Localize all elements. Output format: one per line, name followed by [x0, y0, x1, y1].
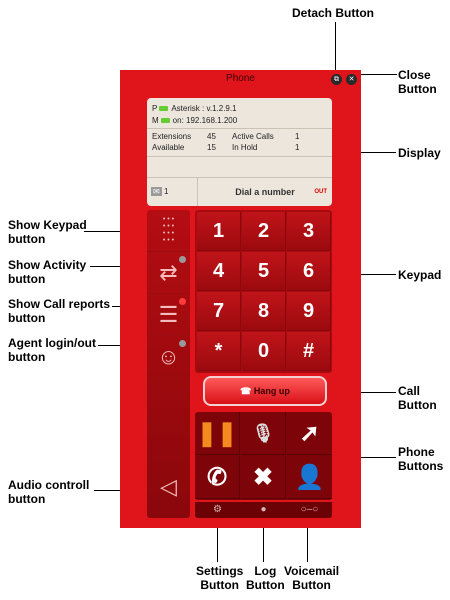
key-6[interactable]: 6 [287, 252, 331, 291]
display-panel: P Asterisk : v.1.2.9.1 Mon: 192.168.1.200… [147, 98, 332, 206]
agent-icon: ☺ [157, 344, 180, 369]
key-4[interactable]: 4 [197, 252, 241, 291]
log-button[interactable]: ● [241, 502, 286, 518]
activity-arrows-icon: ⇄ [159, 260, 178, 285]
mute-button[interactable]: 🎙 [241, 412, 286, 455]
key-star[interactable]: * [197, 332, 241, 371]
phone-icon: ✆ [206, 464, 228, 491]
annotation-call: Call Button [398, 384, 437, 412]
m-label: M [152, 116, 159, 125]
agent-badge [179, 340, 186, 347]
key-8[interactable]: 8 [242, 292, 286, 331]
transfer-button[interactable]: ➚ [287, 412, 332, 455]
annotation-line-detach [335, 22, 336, 72]
key-2[interactable]: 2 [242, 212, 286, 251]
display-separator-2 [147, 156, 332, 157]
annotation-show-keypad: Show Keypad button [8, 218, 87, 246]
person-icon: 👤 [294, 464, 325, 491]
available-value: 15 [207, 143, 216, 152]
audio-control-button[interactable]: ◁ [147, 462, 190, 512]
key-3[interactable]: 3 [287, 212, 331, 251]
p-label: P [152, 104, 158, 113]
key-7[interactable]: 7 [197, 292, 241, 331]
show-activity-button[interactable]: ⇄ [147, 252, 190, 294]
dial-prompt: Dial a number [235, 187, 295, 197]
annotation-phone-buttons: Phone Buttons [398, 445, 444, 473]
annotation-show-call-reports: Show Call reports button [8, 297, 111, 325]
annotation-close: Close Button [398, 68, 437, 96]
settings-button[interactable]: ⚙ [195, 502, 240, 518]
keypad-grid-icon: • • • • • • • • • • • • [162, 216, 175, 244]
mute-mic-icon: 🎙 [251, 423, 275, 443]
dial-prompt-area[interactable]: Dial a number OUT [197, 178, 332, 206]
detach-icon[interactable]: ⧉ [331, 74, 342, 85]
annotation-keypad: Keypad [398, 268, 442, 282]
activity-badge [179, 256, 186, 263]
cancel-button[interactable]: ✖ [241, 456, 286, 499]
annotation-line-close [357, 74, 397, 75]
envelope-icon: ✉ [151, 187, 162, 196]
display-row-p: P Asterisk : v.1.2.9.1 [152, 104, 237, 113]
display-separator [147, 128, 332, 129]
agent-login-button[interactable]: ☺ [147, 336, 190, 378]
transfer-arrow-icon: ➚ [299, 420, 320, 447]
left-button-column: • • • • • • • • • • • • ⇄ ☰ ☺ ◁ [147, 210, 190, 518]
key-5[interactable]: 5 [242, 252, 286, 291]
contacts-button[interactable]: 👤 [287, 456, 332, 499]
gear-icon: ⚙ [213, 504, 222, 515]
key-1[interactable]: 1 [197, 212, 241, 251]
active-calls-value: 1 [295, 132, 300, 141]
window-title: Phone [226, 73, 255, 84]
in-hold-value: 1 [295, 143, 300, 152]
redial-button[interactable]: ✆ [195, 456, 240, 499]
messages-count: 1 [163, 187, 169, 196]
call-button[interactable]: ☎ Hang up [203, 376, 327, 406]
pause-icon: ❚❚ [196, 420, 238, 447]
messages-indicator[interactable]: ✉ 1 [151, 187, 168, 196]
keypad: 1 2 3 4 5 6 7 8 9 * 0 # [195, 210, 332, 373]
key-hash[interactable]: # [287, 332, 331, 371]
show-keypad-button[interactable]: • • • • • • • • • • • • [147, 210, 190, 252]
status-tag-p [159, 106, 169, 111]
call-reports-badge [179, 298, 186, 305]
status-tag-m [160, 118, 170, 123]
phone-buttons: ❚❚ 🎙 ➚ ✆ ✖ 👤 [195, 412, 332, 500]
annotation-detach: Detach Button [292, 6, 374, 20]
show-call-reports-button[interactable]: ☰ [147, 294, 190, 336]
m-text: on: 192.168.1.200 [172, 116, 238, 125]
out-indicator: OUT [314, 189, 327, 195]
extensions-label: Extensions [152, 132, 192, 141]
phone-window: Phone ⧉ ✕ P Asterisk : v.1.2.9.1 Mon: 192… [120, 70, 361, 528]
in-hold-label: In Hold [232, 143, 258, 152]
bottom-bar: ⚙ ● ○‒○ [195, 502, 332, 518]
active-calls-label: Active Calls [232, 132, 274, 141]
annotation-display: Display [398, 146, 441, 160]
chat-icon: ● [260, 504, 267, 515]
display-row-m: Mon: 192.168.1.200 [152, 116, 237, 125]
annotation-voicemail: Voicemail Button [284, 564, 340, 592]
call-reports-icon: ☰ [158, 302, 179, 327]
available-label: Available [152, 143, 185, 152]
key-0[interactable]: 0 [242, 332, 286, 371]
cross-icon: ✖ [252, 464, 274, 491]
annotation-settings: Settings Button [196, 564, 244, 592]
voicemail-button[interactable]: ○‒○ [287, 502, 332, 518]
annotation-show-activity: Show Activity button [8, 258, 87, 286]
annotation-log: Log Button [246, 564, 285, 592]
voicemail-icon: ○‒○ [300, 504, 319, 515]
phone-icon: ☎ [240, 386, 252, 396]
key-9[interactable]: 9 [287, 292, 331, 331]
annotation-audio: Audio controll button [8, 478, 90, 506]
close-icon[interactable]: ✕ [346, 74, 357, 85]
speaker-icon: ◁ [160, 474, 177, 499]
p-text: Asterisk : v.1.2.9.1 [171, 104, 237, 113]
extensions-value: 45 [207, 132, 216, 141]
call-button-label: Hang up [253, 386, 290, 396]
hold-button[interactable]: ❚❚ [195, 412, 240, 455]
annotation-agent-login: Agent login/out button [8, 336, 96, 364]
